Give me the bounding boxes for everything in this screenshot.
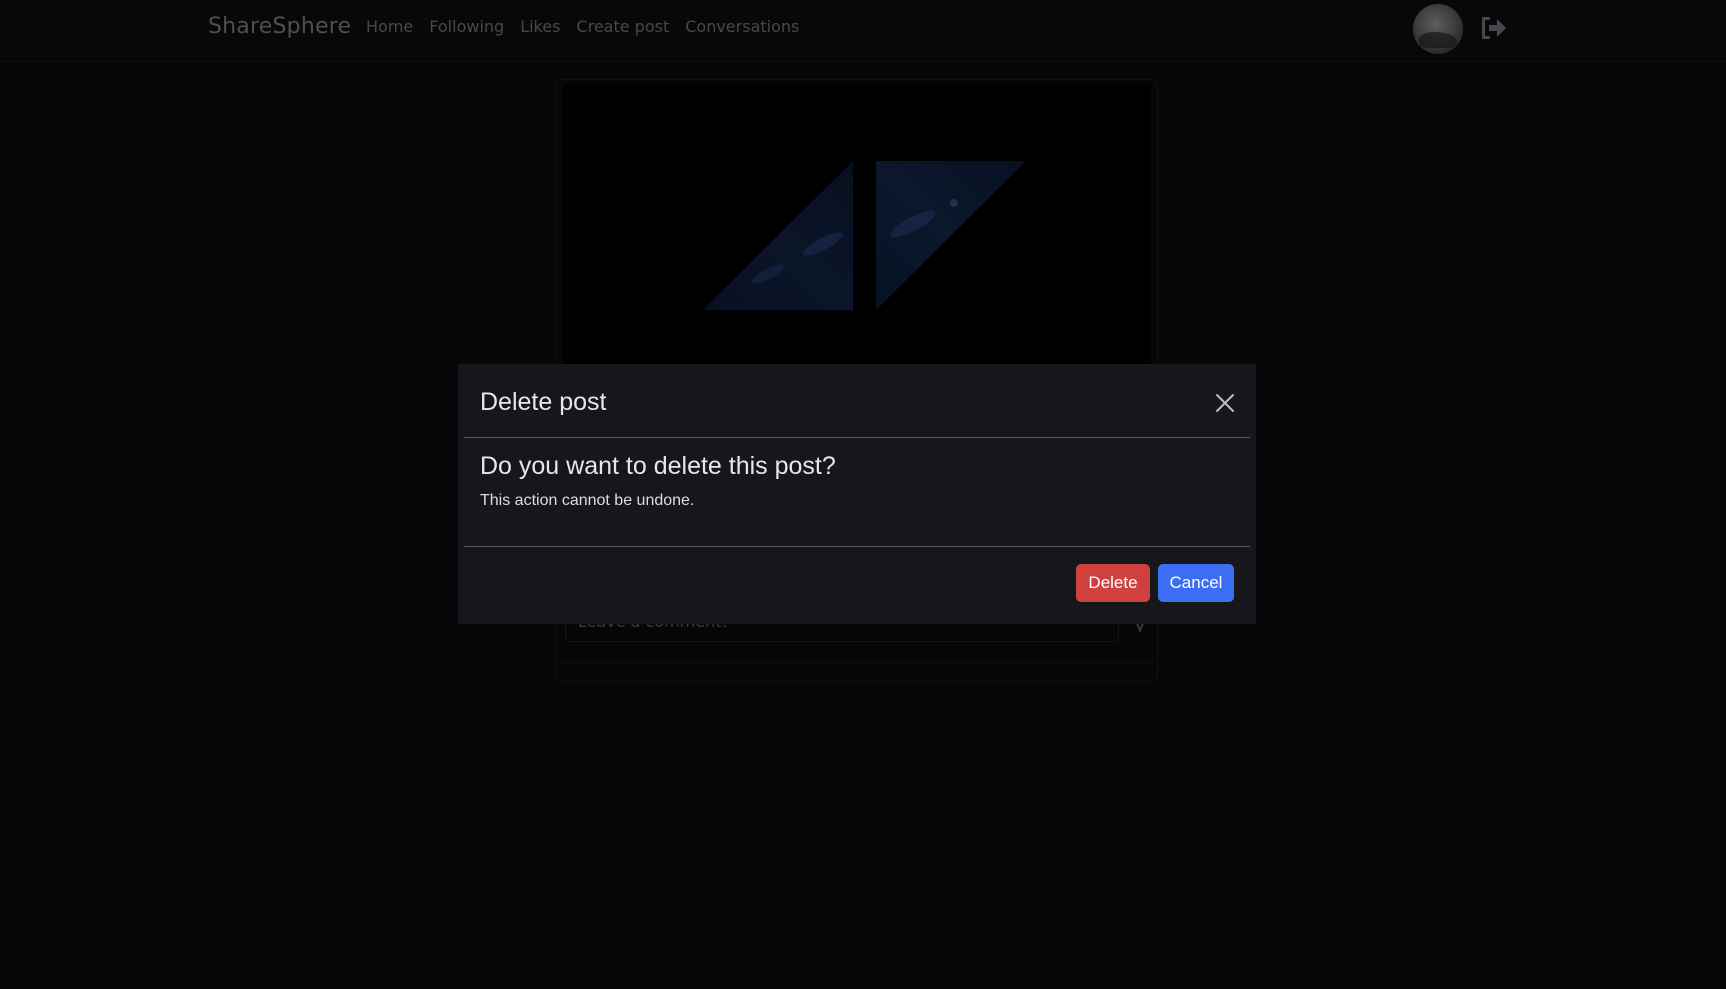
- modal-header-divider: [464, 437, 1250, 438]
- delete-post-modal: Delete post Do you want to delete this p…: [458, 364, 1256, 624]
- cancel-button[interactable]: Cancel: [1158, 564, 1234, 602]
- modal-title: Delete post: [480, 388, 607, 416]
- modal-warning-text: This action cannot be undone.: [480, 492, 695, 509]
- delete-button[interactable]: Delete: [1076, 564, 1150, 602]
- modal-footer-divider: [464, 546, 1250, 547]
- close-icon[interactable]: [1214, 392, 1236, 414]
- modal-question: Do you want to delete this post?: [480, 452, 836, 480]
